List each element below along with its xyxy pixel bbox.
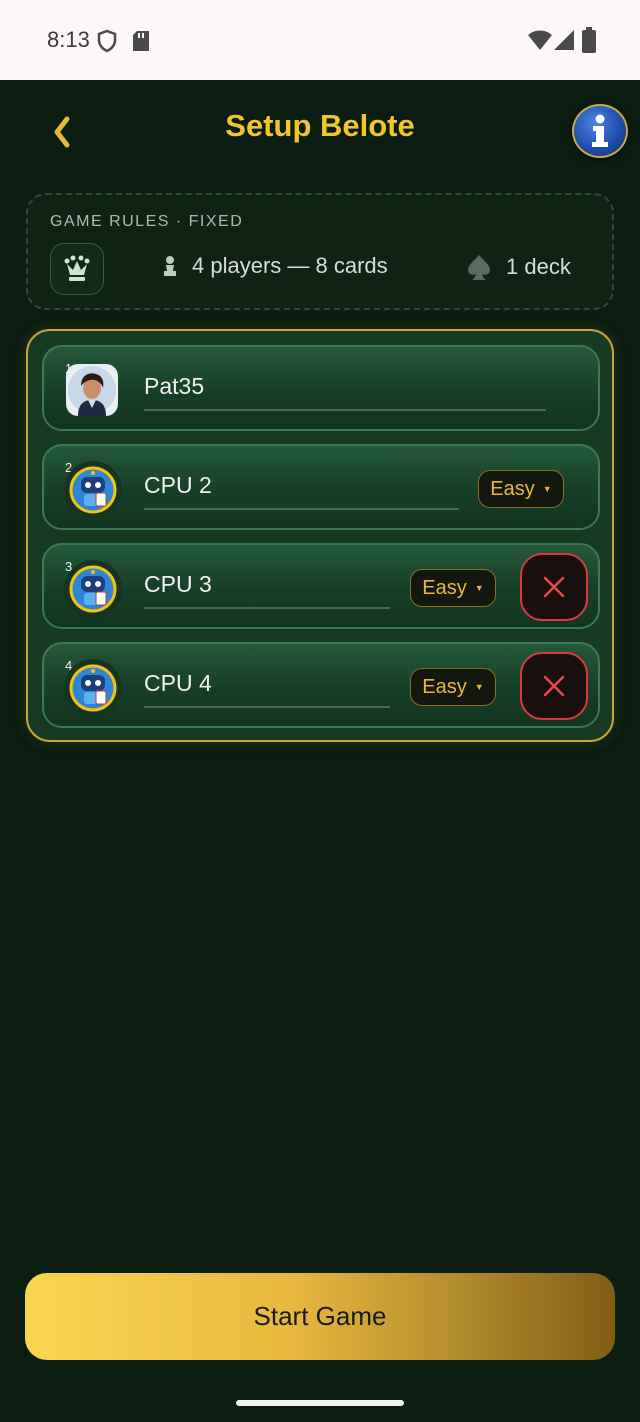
game-rules-label: GAME RULES · FIXED (50, 213, 244, 230)
deck-count-text: 1 deck (506, 254, 571, 279)
difficulty-value: Easy (422, 675, 467, 698)
caret-down-icon: ▼ (474, 682, 484, 692)
players-cards-text: 4 players — 8 cards (192, 253, 388, 278)
players-panel: 1 Pat35 2 (26, 329, 614, 742)
status-bar: 8:13 (0, 0, 640, 80)
rules-icon-box (50, 243, 104, 295)
difficulty-dropdown[interactable]: Easy ▼ (478, 470, 564, 508)
user-avatar-image (66, 364, 118, 416)
pawn-icon (164, 256, 176, 276)
player-name-input[interactable]: Pat35 (144, 373, 204, 400)
sd-card-icon (133, 31, 149, 51)
robot-icon (69, 466, 117, 514)
cpu-avatar (64, 659, 122, 717)
rules-players: 4 players — 8 cards (162, 253, 388, 279)
home-indicator[interactable] (236, 1400, 404, 1406)
signal-icon (554, 30, 574, 50)
difficulty-value: Easy (490, 477, 535, 500)
difficulty-dropdown[interactable]: Easy ▼ (410, 569, 496, 607)
status-time: 8:13 (47, 27, 90, 52)
rules-deck: 1 deck (466, 253, 571, 281)
caret-down-icon: ▼ (474, 583, 484, 593)
robot-icon (69, 565, 117, 613)
name-underline (144, 409, 546, 411)
info-icon (592, 114, 608, 147)
page-title: Setup Belote (225, 108, 415, 143)
player-row-4: 4 CPU 4 Easy ▼ (42, 642, 600, 728)
player-name-input[interactable]: CPU 3 (144, 571, 212, 598)
close-icon (543, 576, 565, 598)
robot-icon (69, 664, 117, 712)
wifi-icon (528, 30, 552, 50)
player-avatar[interactable] (66, 364, 118, 416)
info-button[interactable] (572, 104, 628, 158)
player-row-2: 2 CPU 2 Easy ▼ (42, 444, 600, 530)
close-icon (543, 675, 565, 697)
caret-down-icon: ▼ (542, 484, 552, 494)
chess-queen-icon (64, 255, 90, 281)
player-row-3: 3 CPU 3 Easy ▼ (42, 543, 600, 629)
shield-icon (97, 29, 117, 53)
name-underline (144, 706, 390, 708)
remove-player-button[interactable] (520, 652, 588, 720)
player-name-input[interactable]: CPU 4 (144, 670, 212, 697)
game-rules-card: GAME RULES · FIXED 4 players — 8 cards 1… (26, 193, 614, 310)
player-row-1: 1 Pat35 (42, 345, 600, 431)
difficulty-dropdown[interactable]: Easy ▼ (410, 668, 496, 706)
battery-icon (582, 27, 596, 53)
cpu-avatar (64, 461, 122, 519)
start-game-button[interactable]: Start Game (25, 1273, 615, 1360)
remove-player-button[interactable] (520, 553, 588, 621)
spade-icon (468, 255, 490, 280)
name-underline (144, 508, 459, 510)
cpu-avatar (64, 560, 122, 618)
difficulty-value: Easy (422, 576, 467, 599)
player-name-input[interactable]: CPU 2 (144, 472, 212, 499)
name-underline (144, 607, 390, 609)
